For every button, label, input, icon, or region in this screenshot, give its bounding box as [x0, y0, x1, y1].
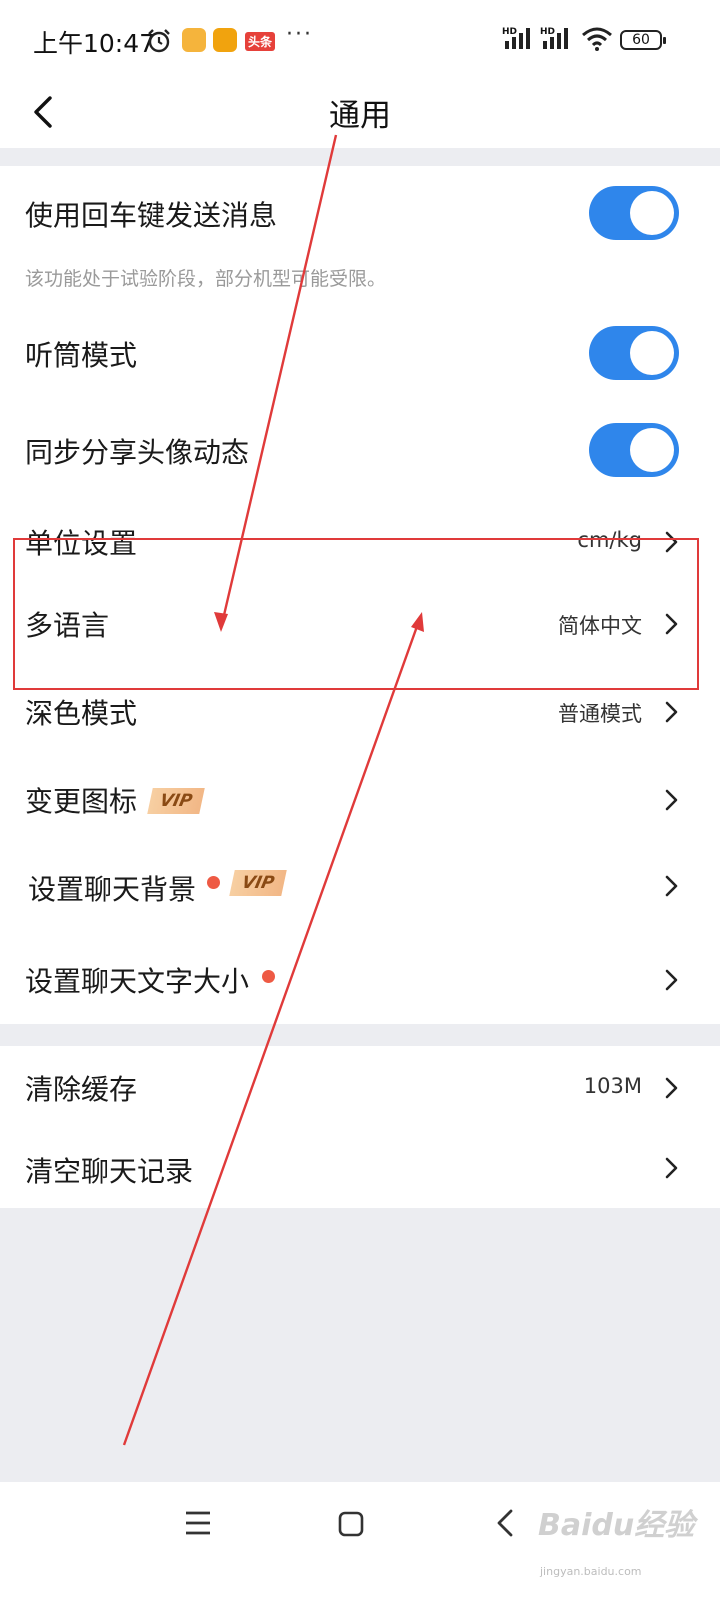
annotation-arrows	[122, 134, 424, 1446]
menu-icon[interactable]	[184, 1510, 212, 1536]
baidu-watermark-logo: Baidu经验	[538, 1508, 695, 1543]
home-icon[interactable]	[337, 1510, 365, 1538]
back-nav-icon[interactable]	[494, 1508, 516, 1538]
annotation-arrow-from-title	[214, 134, 338, 632]
annotation-arrow-from-bottom	[122, 612, 424, 1446]
baidu-watermark-url: jingyan.baidu.com	[540, 1565, 642, 1578]
